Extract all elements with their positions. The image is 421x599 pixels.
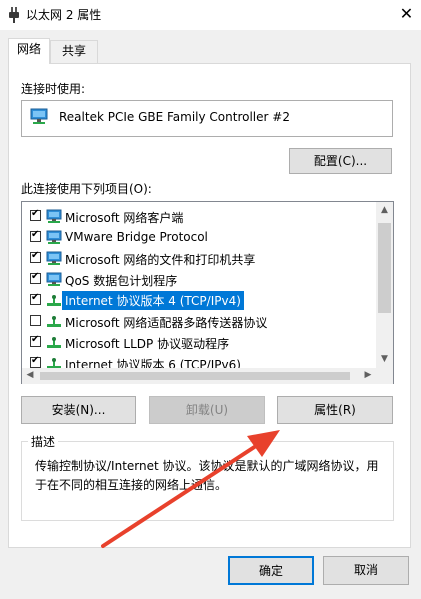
network-adapter-icon — [30, 108, 48, 124]
list-item[interactable]: Microsoft LLDP 协议驱动程序 — [22, 332, 376, 353]
configure-button[interactable]: 配置(C)... — [289, 148, 392, 174]
list-item[interactable]: Microsoft 网络适配器多路传送器协议 — [22, 311, 376, 332]
protocol-icon — [47, 337, 61, 348]
item-checkbox[interactable] — [30, 271, 41, 284]
item-label: Internet 协议版本 4 (TCP/IPv4) — [62, 291, 244, 310]
item-checkbox[interactable] — [30, 315, 41, 326]
ok-button[interactable]: 确定 — [228, 556, 314, 585]
adapter-name: Realtek PCIe GBE Family Controller #2 — [59, 110, 290, 124]
item-label: Microsoft 网络的文件和打印机共享 — [65, 253, 256, 267]
list-item[interactable]: VMware Bridge Protocol — [22, 227, 376, 248]
install-button[interactable]: 安装(N)... — [21, 396, 136, 424]
close-icon: ✕ — [399, 4, 414, 23]
item-label: QoS 数据包计划程序 — [65, 274, 178, 288]
item-checkbox[interactable] — [30, 334, 41, 347]
description-title: 描述 — [28, 433, 59, 450]
vertical-scroll-thumb[interactable] — [378, 223, 391, 313]
window-title: 以太网 2 属性 — [26, 8, 102, 22]
scroll-left-icon[interactable]: ◀ — [24, 370, 36, 380]
description-text: 传输控制协议/Internet 协议。该协议是默认的广域网络协议，用于在不同的相… — [35, 459, 379, 492]
cancel-button[interactable]: 取消 — [323, 556, 409, 585]
network-plug-icon — [9, 7, 19, 23]
uninstall-button[interactable]: 卸载(U) — [149, 396, 265, 424]
item-label: Microsoft 网络客户端 — [65, 211, 184, 225]
item-checkbox[interactable] — [30, 208, 41, 221]
network-client-icon — [46, 230, 62, 244]
list-item-selected[interactable]: Internet 协议版本 4 (TCP/IPv4) — [22, 290, 376, 311]
item-checkbox[interactable] — [30, 250, 41, 263]
network-client-icon — [46, 272, 62, 286]
item-checkbox[interactable] — [30, 229, 41, 242]
horizontal-scroll-thumb[interactable] — [40, 372, 350, 380]
item-checkbox[interactable] — [30, 355, 41, 368]
list-item[interactable]: Microsoft 网络客户端 — [22, 206, 376, 227]
items-label: 此连接使用下列项目(O): — [21, 182, 152, 196]
network-client-icon — [46, 209, 62, 223]
item-label: Microsoft 网络适配器多路传送器协议 — [65, 316, 268, 330]
scroll-up-icon[interactable]: ▲ — [376, 205, 393, 215]
list-item[interactable]: Microsoft 网络的文件和打印机共享 — [22, 248, 376, 269]
properties-button[interactable]: 属性(R) — [277, 396, 393, 424]
components-list[interactable]: Microsoft 网络客户端 VMware Bridge Protocol M… — [21, 201, 394, 384]
item-checkbox[interactable] — [30, 292, 41, 305]
network-client-icon — [46, 251, 62, 265]
scroll-down-icon[interactable]: ▼ — [376, 354, 393, 364]
item-label: Microsoft LLDP 协议驱动程序 — [65, 337, 230, 351]
connect-using-label: 连接时使用: — [21, 82, 86, 96]
tab-network[interactable]: 网络 — [8, 38, 50, 64]
list-item[interactable]: QoS 数据包计划程序 — [22, 269, 376, 290]
item-label: VMware Bridge Protocol — [65, 230, 208, 244]
protocol-icon — [47, 316, 61, 327]
protocol-icon — [47, 295, 61, 306]
scroll-right-icon[interactable]: ▶ — [362, 370, 374, 380]
close-button[interactable]: ✕ — [392, 0, 421, 30]
tab-sharing[interactable]: 共享 — [50, 40, 98, 63]
